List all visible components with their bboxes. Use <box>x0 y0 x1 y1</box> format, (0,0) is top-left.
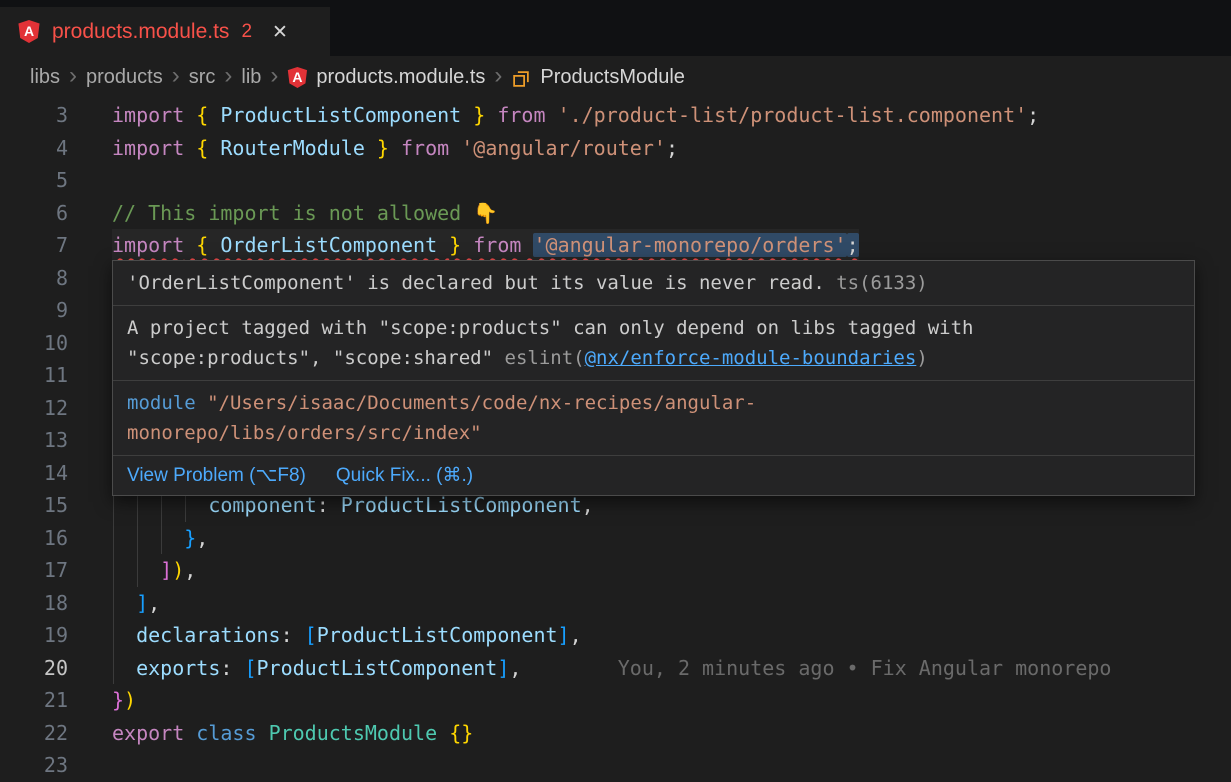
line-number: 21 <box>0 684 68 717</box>
chevron-right-icon: › <box>270 64 278 88</box>
breadcrumb-item-products[interactable]: products <box>86 66 163 89</box>
indent-guide <box>185 496 186 522</box>
tab-bar: A products.module.ts 2 ✕ <box>0 0 1231 56</box>
code-text: export class ProductsModule {} <box>112 717 473 750</box>
editor[interactable]: 3 import { ProductListComponent } from '.… <box>0 99 1231 780</box>
hover-actions: View Problem (⌥F8) Quick Fix... (⌘.) <box>113 456 1194 495</box>
angular-icon: A <box>287 67 307 88</box>
line-number: 15 <box>0 489 68 522</box>
hover-text-line: A project tagged with "scope:products" c… <box>127 313 1180 343</box>
line-number: 20 <box>0 652 68 685</box>
line-number: 13 <box>0 424 68 457</box>
line-number: 18 <box>0 587 68 620</box>
line-number: 9 <box>0 294 68 327</box>
breadcrumb-item-libs[interactable]: libs <box>30 66 60 89</box>
code-line-4[interactable]: 4 import { RouterModule } from '@angular/… <box>0 132 1231 165</box>
chevron-right-icon: › <box>494 64 502 88</box>
hover-text-line: module "/Users/isaac/Documents/code/nx-r… <box>127 388 1180 418</box>
line-number: 7 <box>0 229 68 262</box>
code-text: ], <box>112 587 160 620</box>
breadcrumb-file[interactable]: products.module.ts <box>316 66 485 89</box>
chevron-right-icon: › <box>69 64 77 88</box>
hover-section-2: A project tagged with "scope:products" c… <box>113 306 1194 381</box>
code-text: }) <box>112 684 136 717</box>
tab-problem-count-badge: 2 <box>241 21 252 43</box>
indent-guide <box>137 496 138 587</box>
line-number: 19 <box>0 619 68 652</box>
code-text: import { RouterModule } from '@angular/r… <box>112 132 678 165</box>
code-line-18[interactable]: 18 ], <box>0 587 1231 620</box>
hover-text-line: "scope:products", "scope:shared" eslint(… <box>127 343 1180 373</box>
code-line-22[interactable]: 22 export class ProductsModule {} <box>0 717 1231 750</box>
hover-popup: 'OrderListComponent' is declared but its… <box>112 260 1195 496</box>
line-number: 5 <box>0 164 68 197</box>
hover-section-3: module "/Users/isaac/Documents/code/nx-r… <box>113 381 1194 456</box>
chevron-right-icon: › <box>224 64 232 88</box>
view-problem-action[interactable]: View Problem (⌥F8) <box>127 464 306 487</box>
code-text: // This import is not allowed 👇 <box>112 197 498 230</box>
line-number: 3 <box>0 99 68 132</box>
code-line-19[interactable]: 19 declarations: [ProductListComponent], <box>0 619 1231 652</box>
tab-products-module[interactable]: A products.module.ts 2 ✕ <box>0 7 330 56</box>
line-number: 10 <box>0 327 68 360</box>
line-number: 8 <box>0 262 68 295</box>
tab-filename: products.module.ts <box>52 20 229 44</box>
code-text: declarations: [ProductListComponent], <box>112 619 582 652</box>
code-line-17[interactable]: 17 ]), <box>0 554 1231 587</box>
line-number: 23 <box>0 749 68 782</box>
code-text: import { ProductListComponent } from './… <box>112 99 1039 132</box>
code-line-6[interactable]: 6 // This import is not allowed 👇 <box>0 197 1231 230</box>
chevron-right-icon: › <box>172 64 180 88</box>
hover-sections: 'OrderListComponent' is declared but its… <box>113 261 1194 456</box>
breadcrumb: libs › products › src › lib › A products.module… <box>0 56 1231 99</box>
indent-guide <box>113 496 114 684</box>
quick-fix-action[interactable]: Quick Fix... (⌘.) <box>336 464 473 487</box>
line-number: 6 <box>0 197 68 230</box>
line-number: 17 <box>0 554 68 587</box>
angular-icon: A <box>18 20 40 43</box>
breadcrumb-item-lib[interactable]: lib <box>241 66 261 89</box>
code-line-16[interactable]: 16 }, <box>0 522 1231 555</box>
code-line-5[interactable]: 5 <box>0 164 1231 197</box>
code-text: exports: [ProductListComponent], You, 2 … <box>112 652 1111 685</box>
class-symbol-icon <box>511 69 531 89</box>
hover-section-1: 'OrderListComponent' is declared but its… <box>113 261 1194 306</box>
breadcrumb-item-src[interactable]: src <box>189 66 216 89</box>
line-number: 22 <box>0 717 68 750</box>
hover-text-line: monorepo/libs/orders/src/index" <box>127 418 1180 448</box>
code-text: ]), <box>112 554 196 587</box>
code-line-3[interactable]: 3 import { ProductListComponent } from '.… <box>0 99 1231 132</box>
code-line-23[interactable]: 23 <box>0 749 1231 782</box>
hover-text-line: 'OrderListComponent' is declared but its… <box>127 268 1180 298</box>
line-number: 4 <box>0 132 68 165</box>
code-text: import { OrderListComponent } from '@ang… <box>112 229 859 262</box>
code-line-21[interactable]: 21}) <box>0 684 1231 717</box>
eslint-rule-link[interactable]: @nx/enforce-module-boundaries <box>585 347 917 369</box>
line-number: 14 <box>0 457 68 490</box>
code-line-20[interactable]: 20 exports: [ProductListComponent], You,… <box>0 652 1231 685</box>
indent-guide <box>161 496 162 554</box>
line-number: 12 <box>0 392 68 425</box>
line-number: 11 <box>0 359 68 392</box>
close-icon[interactable]: ✕ <box>272 21 288 43</box>
breadcrumb-symbol[interactable]: ProductsModule <box>540 66 685 89</box>
line-number: 16 <box>0 522 68 555</box>
code-line-7[interactable]: 7 import { OrderListComponent } from '@an… <box>0 229 1231 262</box>
